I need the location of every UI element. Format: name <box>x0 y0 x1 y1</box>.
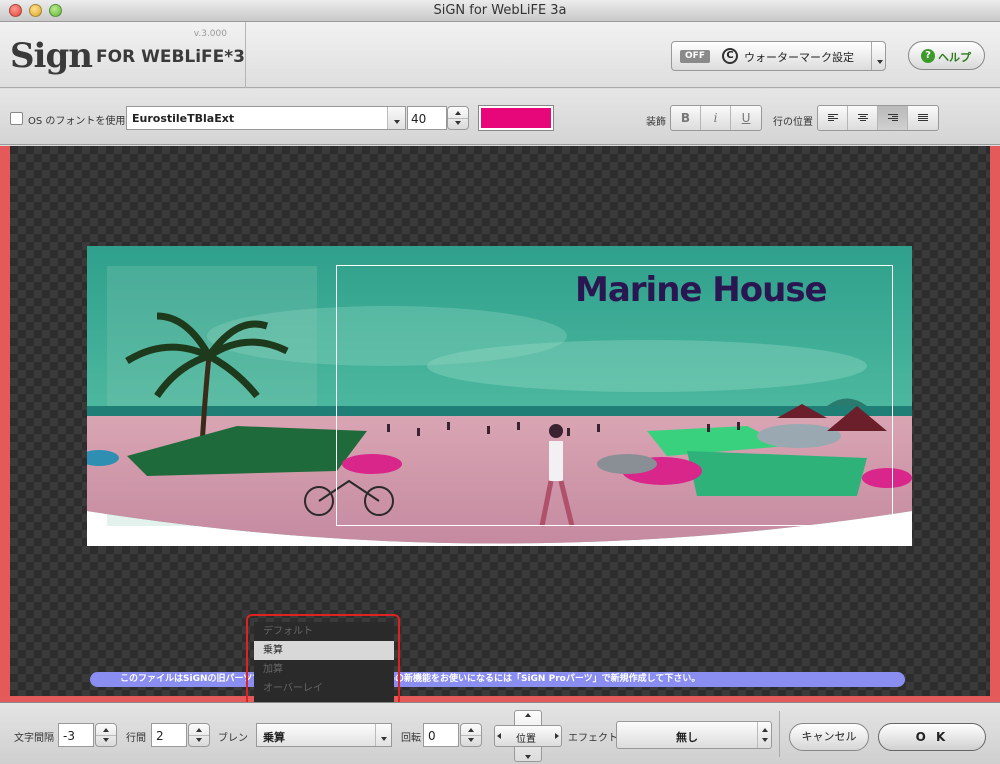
blend-option-overlay[interactable]: オーバーレイ <box>254 679 394 698</box>
align-center-button[interactable] <box>848 106 878 130</box>
position-pad[interactable]: 位置 <box>494 710 562 762</box>
arrow-up-icon[interactable] <box>196 728 202 732</box>
logo-area: v.3.000 Sign FOR WEBLiFE*3 <box>0 22 246 88</box>
chevron-down-icon[interactable] <box>375 724 391 746</box>
position-label: 位置 <box>516 734 536 745</box>
move-left-icon[interactable] <box>497 733 501 739</box>
line-spacing-label: 行間 <box>126 733 146 744</box>
align-left-button[interactable] <box>818 106 848 130</box>
cancel-button[interactable]: キャンセル <box>789 723 869 751</box>
blend-value: 乗算 <box>263 731 285 744</box>
letter-spacing-input[interactable]: -3 <box>58 723 94 747</box>
font-size-stepper[interactable] <box>447 106 469 130</box>
watermark-label: ウォーターマーク設定 <box>744 51 854 64</box>
align-left-icon <box>827 114 838 123</box>
legacy-parts-notice: このファイルはSiGNの旧パーツで開いています。新しいSiGN Proの新機能を… <box>90 672 905 687</box>
text-selection-box[interactable] <box>336 265 893 526</box>
logo-subtitle: FOR WEBLiFE*3 <box>96 47 245 67</box>
line-position-label: 行の位置 <box>773 117 813 128</box>
color-swatch <box>481 108 551 128</box>
decoration-label: 装飾 <box>646 117 666 128</box>
canvas-area: Marine House このファイルはSiGNの旧パーツで開いています。新しい… <box>0 146 1000 702</box>
blend-label: ブレンド <box>218 733 248 744</box>
align-right-button[interactable] <box>878 106 908 130</box>
bottom-bar: 文字間隔 -3 行間 2 ブレンド 乗算 回転 0 位置 エフェクト <box>0 702 1000 764</box>
letter-spacing-stepper[interactable] <box>95 723 117 747</box>
text-toolbar: OS のフォントを使用 EurostileTBlaExt 40 装飾 B i U… <box>0 89 1000 145</box>
text-color-well[interactable] <box>478 105 554 131</box>
arrow-down-icon[interactable] <box>103 738 109 742</box>
chevron-down-icon[interactable] <box>387 107 405 129</box>
align-justify-button[interactable] <box>908 106 938 130</box>
blend-option-add[interactable]: 加算 <box>254 660 394 679</box>
blend-option-multiply[interactable]: 乗算 <box>254 641 394 660</box>
bold-button[interactable]: B <box>671 106 701 130</box>
move-right-icon[interactable] <box>555 733 559 739</box>
arrow-up-icon[interactable] <box>103 728 109 732</box>
italic-button[interactable]: i <box>701 106 731 130</box>
logo-sign: Sign <box>10 36 93 76</box>
watermark-off-badge[interactable]: OFF <box>680 50 710 63</box>
title-bar: SiGN for WebLiFE 3a <box>0 0 1000 22</box>
line-spacing-input[interactable]: 2 <box>151 723 187 747</box>
up-down-arrows-icon[interactable] <box>757 722 771 748</box>
rotation-label: 回転 <box>401 733 421 744</box>
line-spacing-stepper[interactable] <box>188 723 210 747</box>
canvas-workspace[interactable]: Marine House このファイルはSiGNの旧パーツで開いています。新しい… <box>10 146 990 696</box>
move-down-icon[interactable] <box>525 755 531 759</box>
os-font-label: OS のフォントを使用 <box>28 116 126 127</box>
move-up-icon[interactable] <box>525 713 531 717</box>
watermark-settings-button[interactable]: OFF C ウォーターマーク設定 <box>671 41 886 71</box>
os-font-checkbox[interactable] <box>10 112 23 125</box>
zoom-window-button[interactable] <box>49 4 62 17</box>
help-button[interactable]: ? ヘルプ <box>908 41 985 70</box>
arrow-down-icon[interactable] <box>196 738 202 742</box>
copyright-icon: C <box>722 48 738 64</box>
underline-button[interactable]: U <box>731 106 761 130</box>
help-label: ヘルプ <box>938 51 971 64</box>
rotation-input[interactable]: 0 <box>423 723 459 747</box>
align-right-icon <box>887 114 898 123</box>
font-size-input[interactable]: 40 <box>407 106 447 130</box>
window-title: SiGN for WebLiFE 3a <box>433 3 567 18</box>
letter-spacing-label: 文字間隔 <box>14 733 54 744</box>
font-name: EurostileTBlaExt <box>132 112 235 125</box>
arrow-up-icon[interactable] <box>455 111 461 115</box>
app-header: v.3.000 Sign FOR WEBLiFE*3 OFF C ウォーターマー… <box>0 22 1000 88</box>
ok-button[interactable]: O K <box>878 723 986 751</box>
version-label: v.3.000 <box>193 29 227 39</box>
effect-value: 無し <box>676 731 698 744</box>
font-select[interactable]: EurostileTBlaExt <box>126 106 406 130</box>
banner-image[interactable]: Marine House <box>87 246 912 546</box>
decoration-buttons: B i U <box>670 105 762 131</box>
arrow-up-icon[interactable] <box>468 728 474 732</box>
alignment-buttons <box>817 105 939 131</box>
rotation-stepper[interactable] <box>460 723 482 747</box>
effect-select[interactable]: 無し <box>616 721 772 749</box>
app-window: SiGN for WebLiFE 3a v.3.000 Sign FOR WEB… <box>0 0 1000 764</box>
close-window-button[interactable] <box>9 4 22 17</box>
minimize-window-button[interactable] <box>29 4 42 17</box>
question-icon: ? <box>921 49 935 63</box>
arrow-down-icon[interactable] <box>455 121 461 125</box>
blend-select[interactable]: 乗算 <box>256 723 392 747</box>
align-justify-icon <box>918 114 928 123</box>
blend-option-default[interactable]: デフォルト <box>254 622 394 641</box>
chevron-down-icon[interactable] <box>871 42 885 70</box>
align-center-icon <box>857 114 868 123</box>
effect-label: エフェクト <box>568 733 618 744</box>
divider <box>779 711 780 757</box>
arrow-down-icon[interactable] <box>468 738 474 742</box>
